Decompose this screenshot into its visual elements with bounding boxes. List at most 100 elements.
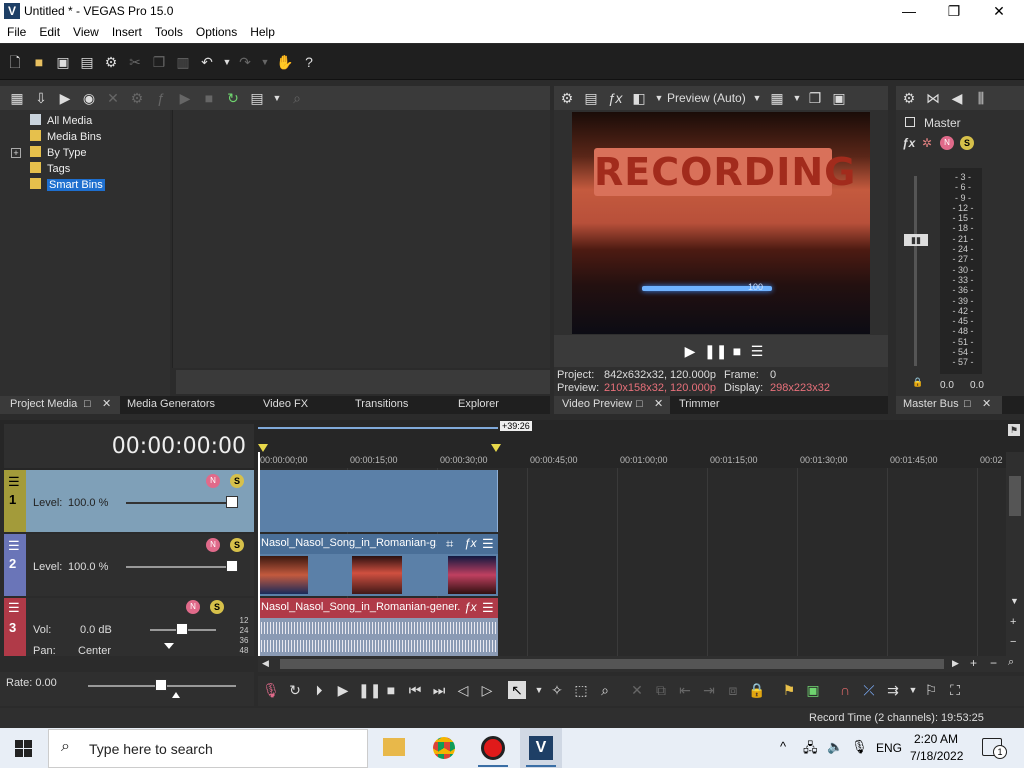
timeline-ruler[interactable]: 00:00:00;00 00:00:15;00 00:00:30;00 00:0… <box>258 452 1006 468</box>
undock-icon[interactable]: □ <box>84 396 91 413</box>
close-tab-icon[interactable]: ✕ <box>102 396 111 413</box>
views-dropdown-icon[interactable]: ▼ <box>268 89 286 107</box>
selection-tool-icon[interactable]: ⬚ <box>572 681 590 699</box>
open-folder-icon[interactable]: ■ <box>30 53 48 71</box>
vertical-scroll-thumb[interactable] <box>1009 476 1021 516</box>
tab-video-fx[interactable]: Video FX <box>253 396 308 414</box>
zoom-out-horizontal-icon[interactable]: − <box>990 656 997 670</box>
menu-edit[interactable]: Edit <box>32 23 66 39</box>
tree-item-all-media[interactable]: All Media <box>30 114 92 129</box>
menu-insert[interactable]: Insert <box>105 23 148 39</box>
tab-media-generators[interactable]: Media Generators <box>117 396 215 414</box>
mute-icon[interactable]: N <box>206 538 220 552</box>
media-view-icon[interactable]: ▦ <box>8 89 26 107</box>
split-screen-icon[interactable]: ◧ <box>630 89 648 107</box>
solo-icon[interactable]: S <box>960 136 974 150</box>
minimize-button[interactable]: — <box>886 0 932 23</box>
auto-preview-icon[interactable]: ↻ <box>224 89 242 107</box>
rate-slider-thumb[interactable] <box>155 679 167 691</box>
notifications-icon[interactable]: 1 <box>982 738 1007 759</box>
network-icon[interactable]: 🖧 <box>803 739 818 761</box>
track-menu-icon[interactable]: ☰ <box>8 474 20 490</box>
trim-end-icon[interactable]: ⇥ <box>700 681 718 699</box>
pause-icon[interactable]: ❚❚ <box>358 681 381 699</box>
menu-options[interactable]: Options <box>189 23 243 39</box>
play-preview-icon[interactable]: ▶ <box>176 89 194 107</box>
mute-icon[interactable]: N <box>206 474 220 488</box>
auto-ripple-dropdown-icon[interactable]: ▼ <box>904 681 922 699</box>
views-icon[interactable]: ▤ <box>248 89 266 107</box>
maximize-button[interactable]: ❐ <box>931 0 977 23</box>
mute-icon[interactable]: N <box>940 136 954 150</box>
record-icon[interactable]: 🎙 <box>262 681 280 699</box>
track-menu-icon[interactable]: ☰ <box>8 538 20 554</box>
track-header-3[interactable]: ☰ 3 N S Vol: 0.0 dB Pan: Center 12 24 36 48 <box>4 598 254 657</box>
go-to-start-icon[interactable]: ⏮ <box>406 681 424 699</box>
marker-bar-toggle-icon[interactable]: ⚑ <box>1008 424 1020 436</box>
lock-icon[interactable]: 🔒 <box>912 377 923 388</box>
split-icon[interactable]: ⧈ <box>724 681 742 699</box>
preview-play-icon[interactable]: ▶ <box>681 342 699 360</box>
menu-file[interactable]: File <box>0 23 32 39</box>
zoom-out-vert-minus-icon[interactable]: − <box>1010 636 1016 648</box>
clock-date[interactable]: 7/18/2022 <box>910 749 963 763</box>
auto-crossfades-icon[interactable]: ⤫ <box>860 681 878 699</box>
import-media-icon[interactable]: ⇩ <box>32 89 50 107</box>
preview-pause-icon[interactable]: ❚❚ <box>704 342 727 360</box>
tab-video-preview[interactable]: Video Preview □ ✕ <box>554 396 670 414</box>
loop-region-bar[interactable] <box>258 423 498 429</box>
preview-device-icon[interactable]: ▤ <box>582 89 600 107</box>
remove-media-icon[interactable]: ✕ <box>104 89 122 107</box>
preview-menu-icon[interactable]: ☰ <box>748 342 766 360</box>
horizontal-scroll-thumb[interactable] <box>280 659 944 669</box>
redo-icon[interactable]: ↷ <box>236 53 254 71</box>
expand-by-type-icon[interactable]: + <box>11 148 21 158</box>
render-icon[interactable]: ▤ <box>78 53 96 71</box>
snapping-magnet-icon[interactable]: ∩ <box>836 681 854 699</box>
tab-project-media[interactable]: Project Media □ ✕ <box>0 396 120 414</box>
pan-slider-thumb[interactable] <box>164 643 174 649</box>
windows-start-icon[interactable] <box>15 740 32 757</box>
dim-output-icon[interactable]: ◀ <box>948 89 966 107</box>
ignore-event-grouping-icon[interactable]: ⛶ <box>946 681 964 699</box>
undock-icon[interactable]: □ <box>636 396 643 413</box>
save-snapshot-icon[interactable]: ▣ <box>830 89 848 107</box>
recorder-app-icon[interactable] <box>481 736 505 760</box>
loop-start-marker-icon[interactable] <box>258 444 268 452</box>
capture-video-icon[interactable]: ▶ <box>56 89 74 107</box>
zoom-tool-icon[interactable]: ⌕ <box>1008 656 1014 669</box>
language-indicator[interactable]: ENG <box>876 741 902 755</box>
previous-frame-icon[interactable]: ◁ <box>454 681 472 699</box>
preview-quality-select[interactable]: Preview (Auto) <box>667 91 746 105</box>
insert-region-icon[interactable]: ▣ <box>804 681 822 699</box>
master-fader[interactable]: ▮▮ <box>904 234 928 246</box>
save-icon[interactable]: ▣ <box>54 53 72 71</box>
event-fx-icon[interactable]: ƒx <box>464 600 477 614</box>
media-list-scrollbar[interactable] <box>176 370 550 394</box>
track-header-1[interactable]: ☰ 1 N S Level: 100.0 % <box>4 470 254 532</box>
stop-icon[interactable]: ■ <box>382 681 400 699</box>
mixer-faders-icon[interactable]: ⫼ <box>972 89 990 107</box>
menu-help[interactable]: Help <box>243 23 281 39</box>
track-menu-icon[interactable]: ☰ <box>8 600 20 616</box>
loop-playback-icon[interactable]: ↻ <box>286 681 304 699</box>
video-event[interactable]: Nasol_Nasol_Song_in_Romanian-g... ⌗ ƒx ☰ <box>258 534 498 596</box>
rate-reset-marker[interactable] <box>172 692 180 698</box>
lock-envelopes-icon[interactable]: ⚐ <box>922 681 940 699</box>
track1-empty-region[interactable] <box>258 470 498 532</box>
tab-explorer[interactable]: Explorer <box>448 396 499 414</box>
vertical-scrollbar[interactable]: ▼ + − <box>1006 452 1024 656</box>
video-output-fx-icon[interactable]: ƒx <box>606 89 624 107</box>
tab-master-bus[interactable]: Master Bus □ ✕ <box>896 396 1002 414</box>
tree-item-by-type[interactable]: By Type <box>30 146 87 161</box>
delete-icon[interactable]: ✕ <box>628 681 646 699</box>
copy-snapshot-icon[interactable]: ❐ <box>806 89 824 107</box>
scroll-left-icon[interactable]: ◀ <box>262 658 269 669</box>
level-slider-thumb[interactable] <box>226 560 238 572</box>
event-pan-crop-icon[interactable]: ⌗ <box>446 536 453 552</box>
envelope-tool-icon[interactable]: ✧ <box>548 681 566 699</box>
tree-item-media-bins[interactable]: Media Bins <box>30 130 101 145</box>
menu-view[interactable]: View <box>66 23 105 39</box>
vol-slider-thumb[interactable] <box>176 623 188 635</box>
next-frame-icon[interactable]: ▷ <box>478 681 496 699</box>
